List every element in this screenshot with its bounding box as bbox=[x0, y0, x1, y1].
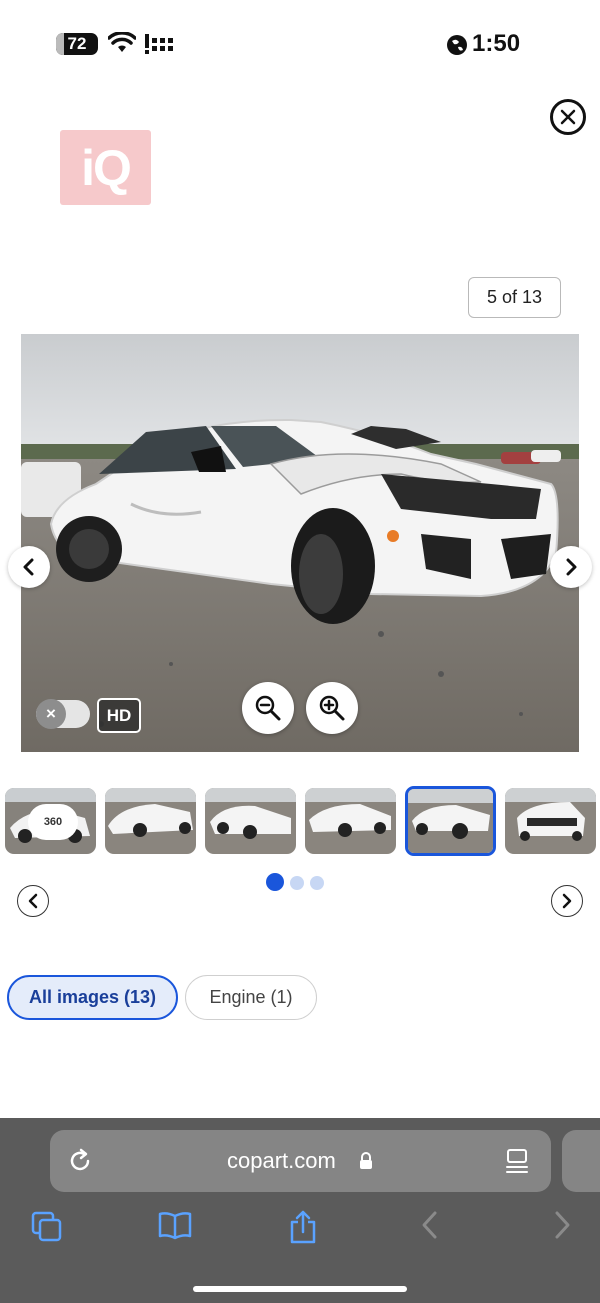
vehicle-photo-illustration bbox=[21, 334, 579, 752]
chevron-left-icon bbox=[28, 893, 38, 909]
thumbnail-5[interactable] bbox=[405, 786, 496, 856]
tab-engine[interactable]: Engine (1) bbox=[185, 975, 317, 1020]
wifi-icon bbox=[108, 32, 136, 52]
thumbnail-strip bbox=[0, 786, 600, 856]
thumbnails-next-button[interactable] bbox=[551, 885, 583, 917]
main-vehicle-image[interactable] bbox=[21, 334, 579, 752]
zoom-out-button[interactable] bbox=[242, 682, 294, 734]
close-icon bbox=[560, 109, 576, 125]
hd-label: HD bbox=[97, 698, 141, 733]
thumbnail-4[interactable] bbox=[305, 788, 396, 854]
browser-toolbar: copart.com bbox=[0, 1118, 600, 1303]
thumbnails-previous-button[interactable] bbox=[17, 885, 49, 917]
back-icon[interactable] bbox=[420, 1210, 440, 1240]
address-bar[interactable]: copart.com bbox=[50, 1130, 551, 1192]
close-button[interactable] bbox=[550, 99, 586, 135]
tab-all-images[interactable]: All images (13) bbox=[7, 975, 178, 1020]
tabs-icon[interactable] bbox=[30, 1210, 64, 1244]
chevron-left-icon bbox=[23, 558, 34, 576]
thumbnail-3[interactable] bbox=[205, 788, 296, 854]
toggle-knob: × bbox=[36, 699, 66, 729]
status-bar: 72 1:50 bbox=[0, 0, 600, 88]
previous-image-button[interactable] bbox=[8, 546, 50, 588]
zoom-in-button[interactable] bbox=[306, 682, 358, 734]
page: 72 1:50 iQ 5 of 13 × HD 360 All images (… bbox=[0, 0, 600, 1303]
next-tab-bar[interactable] bbox=[562, 1130, 600, 1192]
battery-icon: 72 bbox=[56, 33, 98, 55]
thumbnail-2[interactable] bbox=[105, 788, 196, 854]
hd-toggle[interactable]: × bbox=[36, 699, 90, 729]
forward-icon[interactable] bbox=[552, 1210, 572, 1240]
chevron-right-icon bbox=[562, 893, 572, 909]
lock-icon bbox=[360, 1152, 372, 1169]
zoom-out-icon bbox=[255, 695, 281, 721]
pagination-dot-3[interactable] bbox=[310, 876, 324, 890]
battery-level: 72 bbox=[67, 34, 87, 53]
360-view-icon[interactable]: 360 bbox=[28, 804, 78, 840]
signal-icon bbox=[145, 34, 173, 54]
url-text: copart.com bbox=[227, 1148, 336, 1173]
image-counter: 5 of 13 bbox=[468, 277, 561, 318]
next-image-button[interactable] bbox=[550, 546, 592, 588]
reload-icon[interactable] bbox=[68, 1148, 94, 1174]
360-label: 360 bbox=[43, 816, 63, 828]
zoom-in-icon bbox=[319, 695, 345, 721]
bookmarks-icon[interactable] bbox=[157, 1210, 193, 1242]
pagination-dot-2[interactable] bbox=[290, 876, 304, 890]
globe-icon bbox=[447, 35, 467, 55]
clock: 1:50 bbox=[472, 30, 521, 57]
reader-icon[interactable] bbox=[505, 1148, 529, 1174]
chevron-right-icon bbox=[566, 558, 577, 576]
iq-logo: iQ bbox=[60, 130, 151, 205]
home-indicator bbox=[193, 1286, 407, 1292]
share-icon[interactable] bbox=[288, 1210, 318, 1244]
thumbnail-6[interactable] bbox=[505, 788, 596, 854]
pagination-dot-1[interactable] bbox=[266, 873, 284, 891]
